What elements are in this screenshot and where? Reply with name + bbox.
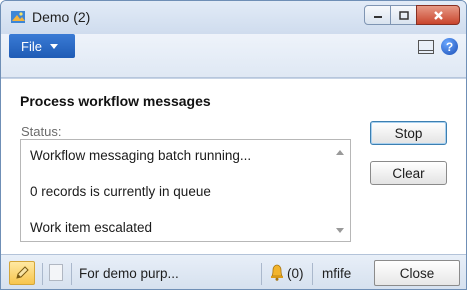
maximize-icon — [398, 10, 409, 20]
file-menu-label: File — [21, 38, 42, 54]
bell-icon[interactable] — [269, 263, 285, 281]
status-line: 0 records is currently in queue — [30, 184, 211, 199]
user-indicator[interactable]: mfife — [322, 266, 351, 281]
separator — [312, 263, 313, 285]
file-menu-button[interactable]: File — [9, 34, 75, 58]
maximize-button[interactable] — [390, 5, 417, 25]
menu-bar: File ? — [1, 34, 466, 78]
layout-icon[interactable] — [418, 40, 434, 54]
pencil-icon — [16, 266, 29, 279]
stop-button[interactable]: Stop — [370, 121, 447, 145]
title-bar[interactable]: Demo (2) — [1, 1, 466, 34]
notifications-count[interactable]: (0) — [287, 266, 304, 281]
clear-button[interactable]: Clear — [370, 161, 447, 185]
close-icon — [433, 10, 443, 20]
scroll-down-arrow[interactable] — [336, 228, 344, 233]
document-icon[interactable] — [49, 264, 63, 281]
status-line: Work item escalated — [30, 220, 153, 235]
status-bar: For demo purp... (0) mfife Close — [1, 254, 466, 289]
minimize-button[interactable] — [364, 5, 391, 25]
chevron-down-icon — [49, 43, 58, 49]
close-button[interactable]: Close — [374, 260, 460, 286]
window-controls — [364, 5, 460, 25]
page-title: Process workflow messages — [20, 93, 211, 109]
main-content: Process workflow messages Status: Workfl… — [1, 78, 466, 254]
company-indicator[interactable]: For demo purp... — [79, 266, 179, 281]
status-label: Status: — [21, 124, 62, 139]
close-window-button[interactable] — [416, 5, 460, 25]
separator — [42, 263, 43, 285]
window-title: Demo (2) — [32, 9, 91, 25]
minimize-icon — [373, 16, 382, 18]
status-line: Workflow messaging batch running... — [30, 148, 252, 163]
app-icon — [11, 11, 25, 23]
status-log[interactable]: Workflow messaging batch running... 0 re… — [20, 139, 351, 242]
scroll-up-arrow[interactable] — [336, 150, 344, 155]
edit-button[interactable] — [9, 261, 35, 285]
window: Demo (2) File ? Process workflow message… — [0, 0, 467, 290]
separator — [71, 263, 72, 285]
help-icon[interactable]: ? — [441, 38, 458, 55]
separator — [261, 263, 262, 285]
